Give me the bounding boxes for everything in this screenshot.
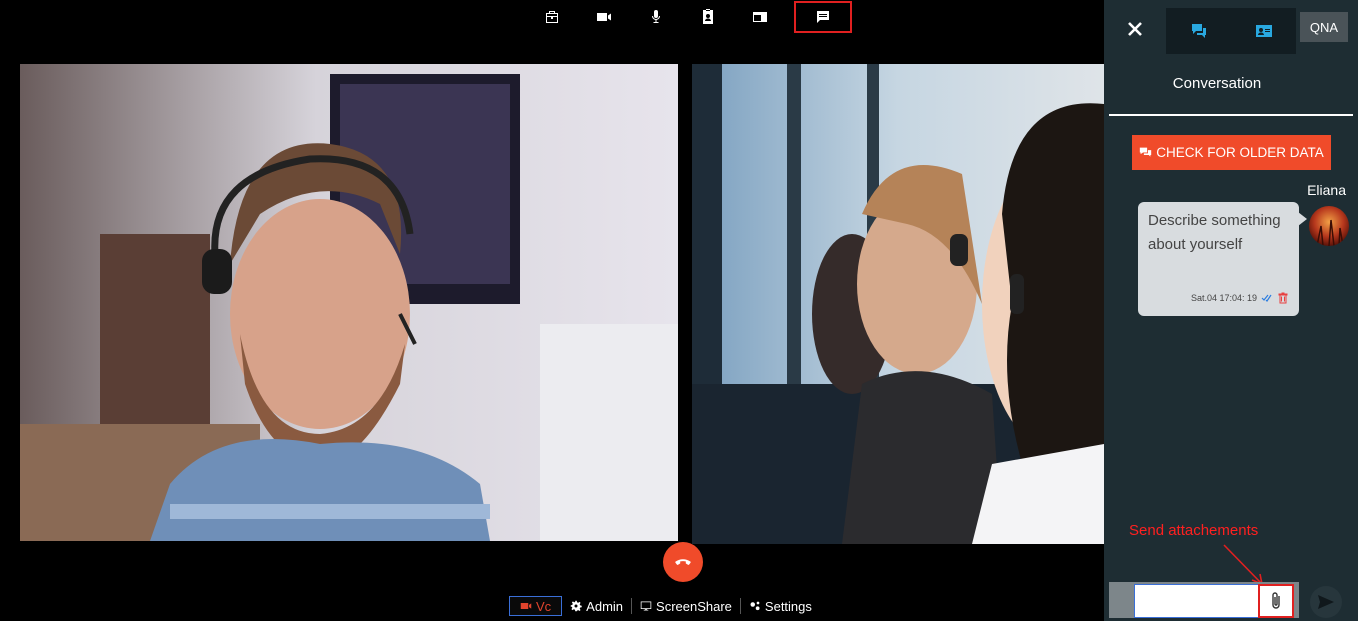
- double-check-icon: [1261, 294, 1272, 302]
- bottom-bar: Vc Admin ScreenShare Settings: [509, 595, 820, 617]
- message-sender: Eliana: [1307, 182, 1346, 198]
- panel-header: QNA: [1104, 4, 1358, 54]
- picture-in-picture-icon[interactable]: [734, 0, 786, 34]
- remote-video-left: [20, 64, 678, 541]
- monitor-icon: [640, 601, 652, 611]
- paperclip-icon: [1272, 592, 1280, 609]
- video-camera-icon: [520, 603, 532, 609]
- divider: [1109, 114, 1353, 116]
- vc-button[interactable]: Vc: [509, 596, 563, 616]
- panel-tabs: [1166, 8, 1296, 54]
- attach-button[interactable]: [1258, 584, 1294, 618]
- close-icon[interactable]: [1124, 18, 1146, 40]
- check-older-data-button[interactable]: CHECK FOR OLDER DATA: [1132, 135, 1331, 170]
- end-call-button[interactable]: [663, 542, 703, 582]
- video-call-app: Vc Admin ScreenShare Settings QNA Conver…: [0, 0, 1358, 621]
- settings-label: Settings: [764, 598, 812, 614]
- chat-icon[interactable]: [794, 1, 852, 33]
- comments-icon: [1140, 147, 1152, 157]
- screenshare-button[interactable]: ScreenShare: [632, 596, 740, 616]
- send-button[interactable]: [1310, 586, 1342, 618]
- contact-card-icon: [1255, 25, 1272, 37]
- gears-icon: [750, 601, 760, 611]
- remote-video-right: [692, 64, 1104, 544]
- message-meta: Sat.04 17:04: 19: [1191, 286, 1289, 310]
- chat-panel: QNA Conversation CHECK FOR OLDER DATA El…: [1104, 0, 1358, 621]
- qna-button[interactable]: QNA: [1300, 12, 1348, 42]
- send-icon: [1318, 595, 1334, 609]
- avatar: [1309, 206, 1349, 246]
- annotation-label: Send attachements: [1129, 522, 1259, 539]
- video-camera-icon[interactable]: [578, 0, 630, 34]
- admin-label: Admin: [586, 598, 624, 614]
- top-toolbar: [526, 0, 852, 34]
- trash-icon[interactable]: [1277, 292, 1289, 304]
- admin-button[interactable]: Admin: [562, 596, 631, 616]
- briefcase-icon[interactable]: [526, 0, 578, 34]
- panel-title-text: Conversation: [1172, 75, 1262, 92]
- message-text: Describe something about yourself: [1148, 212, 1281, 253]
- chat-bubbles-icon: [1191, 24, 1206, 38]
- screenshare-label: ScreenShare: [656, 598, 732, 614]
- vc-label: Vc: [536, 598, 552, 614]
- gear-icon: [570, 600, 582, 612]
- message-bubble: Describe something about yourself Sat.04…: [1138, 202, 1307, 316]
- settings-button[interactable]: Settings: [741, 596, 820, 616]
- panel-title: Conversation: [1104, 75, 1328, 92]
- check-older-data-label: CHECK FOR OLDER DATA: [1156, 145, 1324, 160]
- tab-contacts[interactable]: [1231, 8, 1296, 54]
- phone-hangup-icon: [675, 559, 691, 565]
- microphone-icon[interactable]: [630, 0, 682, 34]
- contact-card-icon[interactable]: [682, 0, 734, 34]
- message-timestamp: Sat.04 17:04: 19: [1190, 293, 1257, 303]
- tab-chat[interactable]: [1166, 8, 1231, 54]
